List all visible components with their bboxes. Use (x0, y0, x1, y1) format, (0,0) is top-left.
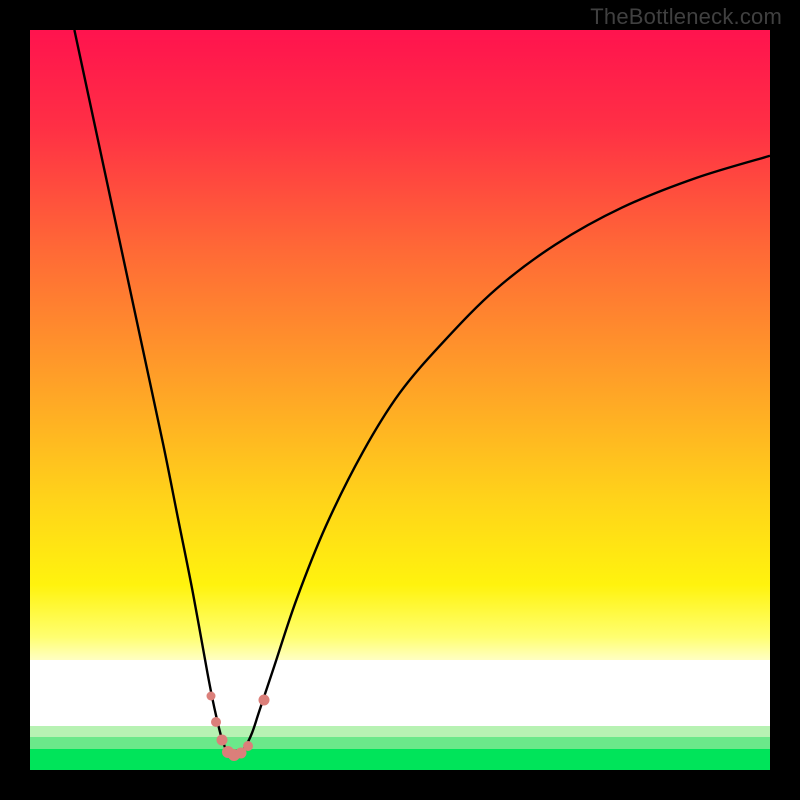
data-marker (243, 741, 253, 751)
data-marker (217, 735, 228, 746)
data-marker (258, 694, 269, 705)
plot-area (30, 30, 770, 770)
curve-path (74, 30, 770, 757)
bottleneck-curve (30, 30, 770, 770)
watermark-text: TheBottleneck.com (590, 4, 782, 30)
data-marker (211, 717, 221, 727)
data-marker (207, 692, 216, 701)
outer-frame: TheBottleneck.com (0, 0, 800, 800)
